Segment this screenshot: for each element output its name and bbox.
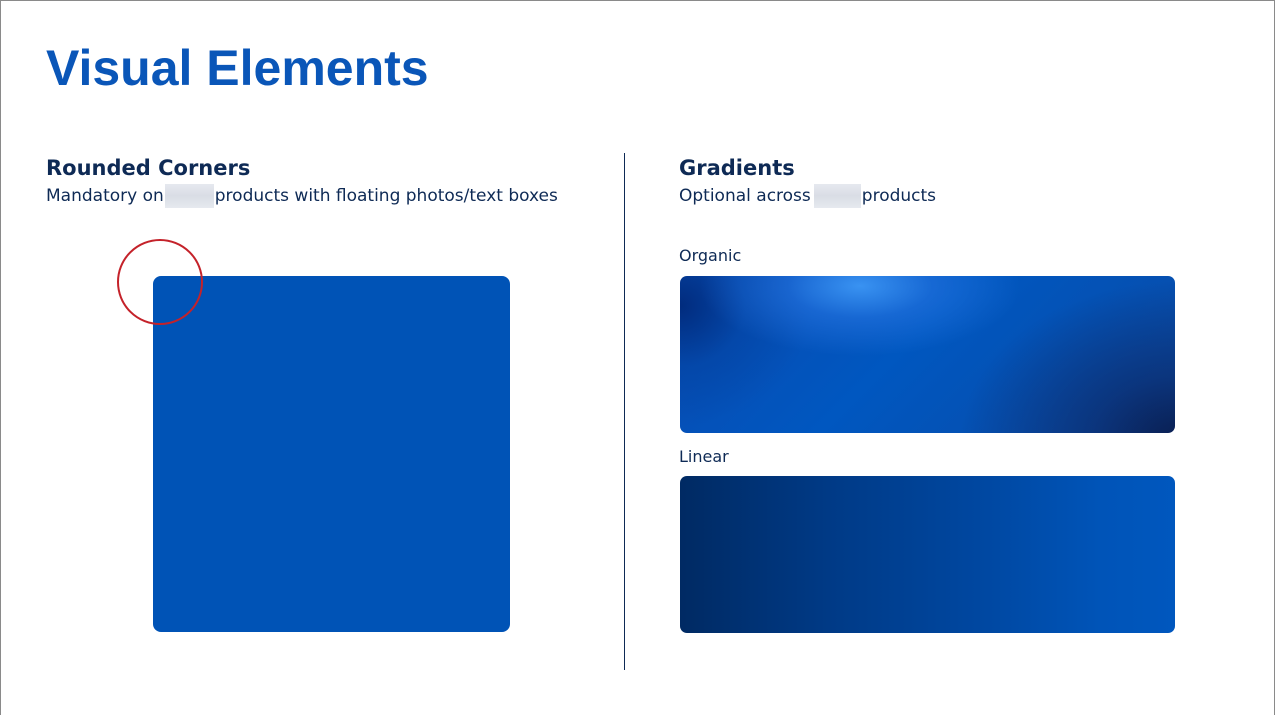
gradients-description: Optional across products	[679, 184, 936, 208]
redacted-brand-name	[164, 184, 214, 208]
gradients-description-start: Optional across	[679, 186, 811, 206]
corner-highlight-circle	[117, 239, 203, 325]
organic-gradient-swatch	[680, 276, 1175, 433]
rounded-corners-heading: Rounded Corners	[46, 156, 251, 180]
gradients-heading: Gradients	[679, 156, 795, 180]
linear-gradient-swatch	[680, 476, 1175, 633]
page-title: Visual Elements	[46, 40, 429, 96]
rounded-corner-example-box	[153, 276, 510, 632]
linear-gradient-label: Linear	[679, 447, 729, 466]
rounded-corners-description-end: products with floating photos/text boxes	[214, 186, 558, 206]
organic-gradient-label: Organic	[679, 246, 742, 265]
redacted-brand-name	[813, 184, 861, 208]
gradients-description-end: products	[861, 186, 937, 206]
rounded-corners-description: Mandatory on products with floating photo…	[46, 184, 558, 208]
rounded-corners-description-start: Mandatory on	[46, 186, 164, 206]
section-divider	[624, 153, 625, 670]
